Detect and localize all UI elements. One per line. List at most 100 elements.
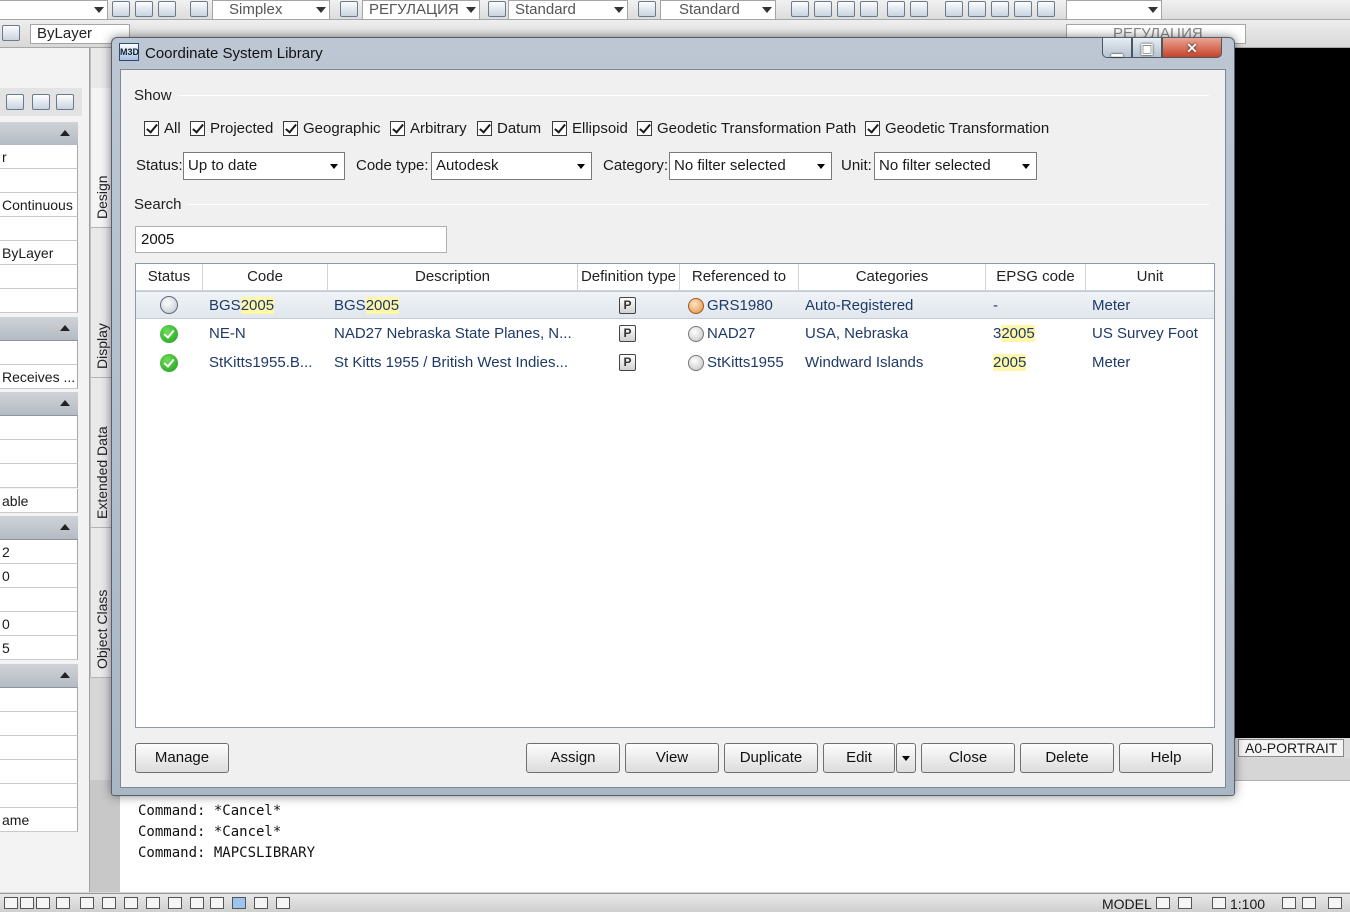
text-style-icon[interactable] <box>190 1 208 17</box>
delete-button[interactable]: Delete <box>1020 743 1114 773</box>
quick-view-icon[interactable] <box>1178 897 1192 909</box>
duplicate-button[interactable]: Duplicate <box>724 743 818 773</box>
toggle-pickadd-icon[interactable] <box>56 94 74 110</box>
snap-icon[interactable] <box>4 897 18 909</box>
ucs-icon-2[interactable] <box>968 1 986 17</box>
command-line[interactable]: Command: *Cancel* Command: *Cancel* Comm… <box>120 780 1350 892</box>
toolbar-combo-left[interactable] <box>0 0 108 20</box>
ducs-icon[interactable] <box>124 897 138 909</box>
tab-display[interactable]: Display <box>91 228 113 378</box>
close-window-button[interactable]: ✕ <box>1162 38 1222 58</box>
transparency-icon[interactable] <box>232 897 246 909</box>
column-header-definition-type[interactable]: Definition type <box>578 264 680 291</box>
checkbox-arbitrary-box[interactable] <box>390 121 405 136</box>
dim-style-icon[interactable] <box>340 1 358 17</box>
toolbar-layer-prev-icon[interactable] <box>158 1 176 17</box>
palette-row[interactable]: Continuous <box>0 193 78 217</box>
model-space-label[interactable]: MODEL <box>1102 896 1152 912</box>
palette-row[interactable]: able <box>0 489 78 513</box>
plus-icon[interactable] <box>190 897 204 909</box>
command-line-handle[interactable] <box>90 780 120 892</box>
palette-section-3[interactable] <box>0 392 78 416</box>
annotation-visibility-icon[interactable] <box>1282 897 1296 909</box>
dim-style-combo[interactable]: Standard <box>508 0 628 20</box>
osnap-icon[interactable] <box>80 897 94 909</box>
palette-row[interactable]: ame <box>0 808 78 832</box>
code-type-filter-select[interactable]: Autodesk <box>431 152 592 180</box>
category-filter-select[interactable]: No filter selected <box>669 152 832 180</box>
palette-row[interactable]: 2 <box>0 540 78 564</box>
status-filter-select[interactable]: Up to date <box>183 152 345 180</box>
palette-section-2[interactable] <box>0 317 78 341</box>
palette-row[interactable] <box>0 760 78 784</box>
dyn-icon[interactable] <box>146 897 160 909</box>
palette-row[interactable] <box>0 265 78 289</box>
assign-button[interactable]: Assign <box>526 743 620 773</box>
manage-button[interactable]: Manage <box>135 743 229 773</box>
help-button[interactable]: Help <box>1119 743 1213 773</box>
select-objects-icon[interactable] <box>6 94 24 110</box>
column-header-unit[interactable]: Unit <box>1086 264 1214 291</box>
drawing-area[interactable] <box>1230 48 1350 738</box>
lineweight-icon[interactable] <box>168 897 182 909</box>
viewport-icon-4[interactable] <box>860 1 878 17</box>
column-header-categories[interactable]: Categories <box>799 264 986 291</box>
checkbox-gtp-box[interactable] <box>637 121 652 136</box>
close-button[interactable]: Close <box>921 743 1015 773</box>
palette-row[interactable] <box>0 217 78 241</box>
minimize-button[interactable]: ▁ <box>1102 38 1132 58</box>
palette-row[interactable] <box>0 464 78 488</box>
search-input[interactable] <box>135 226 447 253</box>
palette-row[interactable] <box>0 712 78 736</box>
palette-row[interactable] <box>0 289 78 313</box>
table-row[interactable]: BGS2005 BGS2005 P GRS1980 Auto-Registere… <box>136 291 1214 319</box>
layer-manager-icon[interactable] <box>2 25 20 41</box>
table-style-icon[interactable] <box>488 1 506 17</box>
palette-row[interactable] <box>0 169 78 193</box>
checkbox-projected-box[interactable] <box>190 121 205 136</box>
table-row[interactable]: StKitts1955.B... St Kitts 1955 / British… <box>136 349 1214 377</box>
palette-row[interactable]: 0 <box>0 612 78 636</box>
viewport-icon-5[interactable] <box>887 1 905 17</box>
quick-select-icon[interactable] <box>32 94 50 110</box>
palette-row[interactable] <box>0 416 78 440</box>
viewport-icon-6[interactable] <box>910 1 928 17</box>
checkbox-all-box[interactable] <box>144 121 159 136</box>
edit-button[interactable]: Edit <box>823 743 895 773</box>
sc-icon[interactable] <box>276 897 290 909</box>
table-style-combo[interactable]: Standard <box>660 0 776 20</box>
palette-section-5[interactable] <box>0 664 78 688</box>
ortho-icon[interactable] <box>36 897 50 909</box>
palette-row[interactable] <box>0 784 78 808</box>
ucs-icon-3[interactable] <box>991 1 1009 17</box>
checkbox-ellipsoid-box[interactable] <box>552 121 567 136</box>
column-header-epsg-code[interactable]: EPSG code <box>986 264 1086 291</box>
toolbar-combo-right[interactable] <box>1066 0 1162 20</box>
multileader-style-icon[interactable] <box>638 1 656 17</box>
column-header-referenced-to[interactable]: Referenced to <box>680 264 799 291</box>
palette-row[interactable] <box>0 588 78 612</box>
palette-row[interactable]: Receives ... <box>0 365 78 389</box>
tab-design[interactable]: Design <box>91 88 113 228</box>
checkbox-geographic-box[interactable] <box>283 121 298 136</box>
palette-row[interactable] <box>0 736 78 760</box>
dialog-titlebar[interactable]: M3D Coordinate System Library ▁ ▣ ✕ <box>112 38 1234 68</box>
ucs-icon-4[interactable] <box>1014 1 1032 17</box>
unit-filter-select[interactable]: No filter selected <box>874 152 1037 180</box>
maximize-button[interactable]: ▣ <box>1132 38 1162 58</box>
grid-icon[interactable] <box>20 897 34 909</box>
workspace-gear-icon[interactable] <box>1328 897 1342 909</box>
otrack-icon[interactable] <box>102 897 116 909</box>
palette-row[interactable] <box>0 688 78 712</box>
annotation-scale-icon[interactable] <box>1212 897 1226 909</box>
text-style-combo[interactable]: Simplex <box>212 0 330 20</box>
column-header-code[interactable]: Code <box>203 264 328 291</box>
table-row[interactable]: NE-N NAD27 Nebraska State Planes, N... P… <box>136 320 1214 348</box>
checkbox-datum-box[interactable] <box>477 121 492 136</box>
checkbox-gt-box[interactable] <box>865 121 880 136</box>
column-header-description[interactable]: Description <box>328 264 578 291</box>
viewport-icon-1[interactable] <box>791 1 809 17</box>
layout-icon[interactable] <box>1156 897 1170 909</box>
annotation-scale-value[interactable]: 1:100 <box>1230 896 1265 912</box>
ucs-icon-5[interactable] <box>1037 1 1055 17</box>
